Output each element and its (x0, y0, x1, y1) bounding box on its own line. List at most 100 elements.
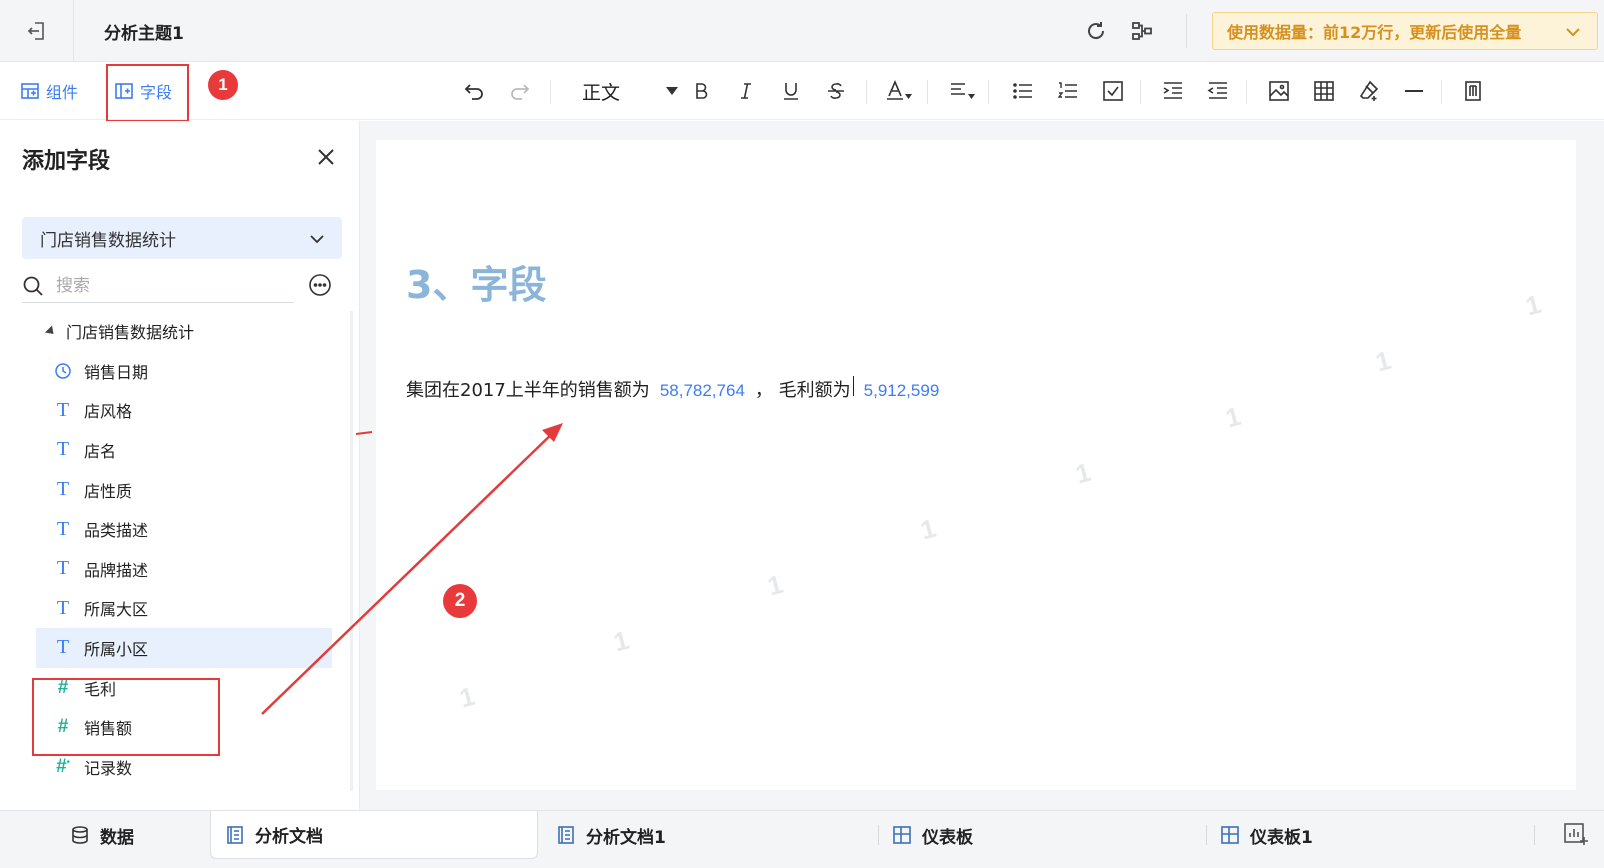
tab-divider (1206, 825, 1207, 845)
tab-analysis-doc-1[interactable]: 分析文档1 (556, 811, 666, 859)
text-type-icon: T (56, 398, 70, 421)
field-item[interactable]: T 店性质 (36, 470, 332, 510)
toolbar-divider (1441, 80, 1442, 104)
page-setup-button[interactable] (1458, 76, 1488, 106)
field-item[interactable]: T 所属小区 (36, 628, 332, 668)
insert-table-button[interactable] (1309, 76, 1339, 106)
watermark: 1 (1372, 344, 1394, 378)
field-item-label: 记录数 (84, 758, 133, 778)
document-icon (227, 825, 243, 844)
numbered-list-icon (1057, 82, 1077, 98)
insert-image-button[interactable] (1264, 76, 1294, 106)
undo-button[interactable] (460, 76, 490, 106)
bold-button[interactable] (686, 76, 716, 106)
tab-dashboard-label: 仪表板 (922, 827, 973, 848)
field-item[interactable]: T 所属大区 (36, 589, 332, 629)
text-cursor (852, 376, 854, 396)
field-item-label: 销售日期 (84, 362, 149, 382)
bottom-tab-bar: 数据 分析文档 分析文档1 仪表板 仪表板1 (0, 810, 1604, 868)
dataset-tree-node[interactable]: 门店销售数据统计 (44, 319, 195, 343)
indent-button[interactable] (1158, 76, 1188, 106)
chevron-down-icon (310, 235, 324, 244)
bullet-list-icon (1013, 83, 1032, 99)
checklist-button[interactable] (1098, 76, 1128, 106)
close-icon (318, 149, 334, 165)
lineage-button[interactable] (1128, 17, 1156, 45)
count-type-icon: #• (56, 755, 70, 777)
annotation-frame-fields-tab (106, 64, 189, 122)
field-item-label: 品牌描述 (84, 560, 149, 580)
data-usage-banner[interactable]: 使用数据量：前12万行，更新后使用全量 (1212, 12, 1598, 50)
tab-data[interactable]: 数据 (70, 811, 134, 859)
document-title[interactable]: 分析主题1 (104, 19, 184, 44)
page-setup-icon (1465, 81, 1481, 101)
tab-dashboard[interactable]: 仪表板 (892, 811, 973, 859)
italic-button[interactable] (731, 76, 761, 106)
outdent-button[interactable] (1203, 76, 1233, 106)
search-input[interactable] (56, 275, 256, 296)
field-item[interactable]: T 品牌描述 (36, 549, 332, 589)
paragraph-text: ， 毛利额为 (754, 380, 851, 401)
header-divider (1186, 14, 1187, 48)
clear-format-button[interactable] (1354, 76, 1384, 106)
field-search[interactable] (22, 269, 294, 303)
more-options-button[interactable] (307, 272, 333, 298)
horizontal-rule-button[interactable] (1399, 76, 1429, 106)
expand-triangle-icon[interactable] (44, 324, 58, 338)
document-page[interactable]: 1 1 1 1 1 1 1 1 3、字段 集团在2017上半年的销售额为 58,… (376, 140, 1576, 790)
tab-data-label: 数据 (100, 827, 134, 848)
outdent-icon (1207, 82, 1227, 99)
tab-analysis-doc-label: 分析文档 (255, 827, 323, 847)
toolbar-divider (927, 80, 928, 104)
section-heading[interactable]: 3、字段 (406, 254, 546, 309)
field-item-label: 店风格 (84, 402, 133, 422)
dataset-tree-label: 门店销售数据统计 (66, 323, 195, 342)
tab-dashboard-1[interactable]: 仪表板1 (1220, 811, 1313, 859)
tab-components[interactable]: 组件 (20, 75, 78, 107)
refresh-icon (1088, 22, 1105, 40)
redo-button[interactable] (504, 76, 534, 106)
body-paragraph[interactable]: 集团在2017上半年的销售额为 58,782,764 ， 毛利额为 5,912,… (406, 376, 949, 402)
refresh-button[interactable] (1082, 17, 1110, 45)
tab-analysis-doc[interactable]: 分析文档 (210, 811, 538, 859)
strikethrough-icon (828, 83, 844, 99)
annotation-frame-numeric-fields (32, 678, 220, 756)
watermark: 1 (1072, 456, 1094, 490)
chevron-down-icon (1566, 28, 1580, 37)
field-item[interactable]: 销售日期 (36, 351, 332, 391)
font-color-button[interactable] (884, 76, 914, 106)
strikethrough-button[interactable] (821, 76, 851, 106)
text-type-icon: T (56, 557, 70, 580)
tab-divider (1534, 825, 1535, 845)
exit-button[interactable] (0, 0, 74, 62)
field-item[interactable]: T 店风格 (36, 391, 332, 431)
add-sheet-button[interactable] (1562, 821, 1590, 849)
text-type-icon: T (56, 596, 70, 619)
profit-field-value[interactable]: 5,912,599 (864, 381, 940, 401)
field-item-label: 店名 (84, 441, 117, 461)
paragraph-style-select[interactable]: 正文 (582, 76, 678, 106)
field-item[interactable]: T 品类描述 (36, 509, 332, 549)
horizontal-rule-icon (1405, 90, 1423, 92)
lineage-icon (1132, 22, 1152, 40)
clear-format-icon (1359, 80, 1379, 101)
dataset-select[interactable]: 门店销售数据统计 (22, 217, 342, 259)
numbered-list-button[interactable] (1053, 76, 1083, 106)
paragraph-text: 集团在2017上半年的销售额为 (406, 380, 650, 401)
toolbar-divider (866, 80, 867, 104)
watermark: 1 (1522, 288, 1544, 322)
bullet-list-button[interactable] (1008, 76, 1038, 106)
field-item[interactable]: T 店名 (36, 430, 332, 470)
underline-button[interactable] (776, 76, 806, 106)
tab-dashboard-1-label: 仪表板1 (1250, 827, 1313, 848)
data-usage-text: 使用数据量：前12万行，更新后使用全量 (1227, 23, 1522, 42)
panel-scrollbar[interactable] (350, 311, 353, 791)
search-icon (23, 276, 43, 296)
tab-components-label: 组件 (46, 83, 79, 102)
sales-field-value[interactable]: 58,782,764 (660, 381, 745, 401)
field-item-label: 店性质 (84, 481, 133, 501)
align-button[interactable] (948, 76, 978, 106)
undo-icon (464, 84, 483, 100)
close-button[interactable] (313, 144, 339, 170)
top-header: 分析主题1 使用数据量：前12万行，更新后使用全量 (0, 0, 1604, 62)
